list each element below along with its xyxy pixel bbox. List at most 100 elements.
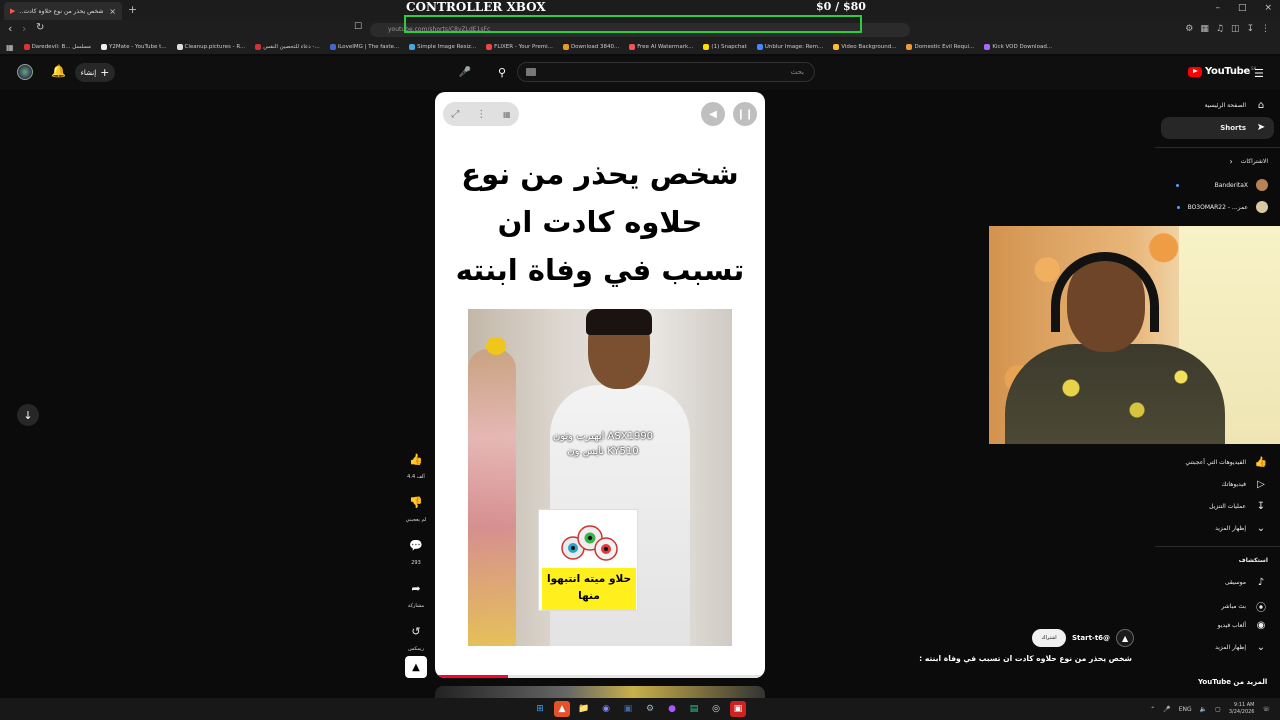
brave-browser-icon[interactable]: ▲	[554, 701, 570, 717]
forward-icon[interactable]: ›	[22, 22, 26, 35]
sidebar-item-home[interactable]: الصفحة الرئيسية ⌂	[1205, 100, 1268, 111]
create-button[interactable]: إنشاء +	[75, 63, 115, 82]
bookmark-item[interactable]: Y2Mate - YouTube t...	[101, 44, 167, 50]
sidebar-item-subscriptions[interactable]: › الاشتراكات	[1230, 157, 1268, 166]
fullscreen-icon[interactable]: ⤢	[451, 109, 459, 120]
bookmark-item[interactable]: Video Background...	[833, 44, 896, 50]
maximize-icon[interactable]: □	[1238, 3, 1247, 13]
extension-icon[interactable]: ▦	[1200, 24, 1209, 34]
menu-icon[interactable]: ⋮	[1261, 24, 1270, 34]
hamburger-menu-icon[interactable]: ☰	[1254, 67, 1264, 80]
sidebar-item-liked[interactable]: الفيديوهات التي أعجبتني 👍	[1185, 457, 1268, 468]
app-icon[interactable]: ▣	[620, 701, 636, 717]
bookmark-item[interactable]: Simple Image Resiz...	[409, 44, 476, 50]
clock[interactable]: 9:11 AM 3/24/2026	[1229, 702, 1255, 716]
new-tab-icon[interactable]: +	[128, 3, 137, 16]
search-input[interactable]: بحث	[517, 62, 815, 82]
bookmark-item[interactable]: Free AI Watermark...	[629, 44, 693, 50]
bookmark-favicon-icon	[486, 44, 493, 50]
channel-handle[interactable]: @Start-t6	[1072, 634, 1110, 642]
sidebar-item-downloads[interactable]: عمليات التنزيل ↧	[1209, 501, 1268, 512]
keyboard-icon[interactable]	[526, 68, 536, 76]
mic-icon[interactable]: 🎤	[1163, 706, 1170, 713]
bookmark-item[interactable]: (1) Snapchat	[703, 44, 747, 50]
more-options-icon[interactable]: ⋮	[476, 109, 486, 120]
comment-icon[interactable]: 💬	[403, 532, 429, 558]
network-icon[interactable]: ▢	[1215, 706, 1221, 713]
reload-icon[interactable]: ↻	[36, 22, 44, 33]
remix-action[interactable]: ↺ ريمكس	[400, 618, 432, 653]
system-tray: ⌃ 🎤 ENG 🔈 ▢ 9:11 AM 3/24/2026 ☏	[1150, 702, 1270, 716]
sidebar-item-subscription[interactable]: BanderitaX	[1175, 179, 1268, 191]
video-progress-bar[interactable]	[435, 675, 765, 678]
bookmark-item[interactable]: Domestic Evil Requi...	[906, 44, 974, 50]
back-icon[interactable]: ‹	[8, 22, 12, 35]
account-avatar[interactable]	[17, 64, 33, 80]
bookmark-item[interactable]: Daredevil: B... مسلسل	[23, 44, 91, 50]
sidebar-item-music[interactable]: موسيقى ♪	[1225, 577, 1268, 588]
minimize-icon[interactable]: –	[1215, 3, 1220, 13]
chevron-down-icon: ⌄	[1256, 642, 1266, 653]
windows-start-icon[interactable]: ⊞	[532, 701, 548, 717]
bookmark-item[interactable]: Cleanup.pictures - R...	[176, 44, 245, 50]
search-icon: ⚲	[497, 65, 507, 79]
sidebar-item-show-more[interactable]: إظهار المزيد ⌄	[1215, 642, 1268, 653]
sidebar-item-your-videos[interactable]: فيديوهاتك ▷	[1222, 479, 1268, 490]
file-explorer-icon[interactable]: 📁	[576, 701, 592, 717]
sidebar-item-show-more[interactable]: إظهار المزيد ⌄	[1215, 523, 1268, 534]
sidebar-toggle-icon[interactable]: ◫	[1231, 24, 1240, 34]
bookmark-item[interactable]: Download 3840...	[562, 44, 619, 50]
youtube-logo[interactable]: YouTube SA	[1188, 66, 1256, 77]
discord-icon[interactable]: ◉	[598, 701, 614, 717]
sidebar-item-label: BanderitaX	[1214, 181, 1248, 189]
extension-icon[interactable]: ♫	[1216, 24, 1224, 34]
thumbs-down-icon[interactable]: 👎	[403, 489, 429, 515]
chevron-up-icon[interactable]: ⌃	[1150, 706, 1155, 713]
sidebar-item-subscription[interactable]: BO3OMAR22 - ...عمر	[1176, 201, 1268, 213]
subscribe-button[interactable]: اشتراك	[1032, 629, 1066, 647]
bookmark-item[interactable]: iLoveIMG | The faste...	[329, 44, 399, 50]
app-icon[interactable]: ▣	[730, 701, 746, 717]
thumbs-up-icon[interactable]: 👍	[403, 446, 429, 472]
dislike-action[interactable]: 👎 لم يعجبني	[400, 489, 432, 524]
browser-tab-active[interactable]: ▶ شخص يحذر من نوع حلاوه كادت... ×	[4, 2, 122, 20]
bookmark-item[interactable]: دعاء للتحصين النفس -...	[255, 44, 320, 50]
sidebar-item-shorts[interactable]: Shorts ➤	[1220, 122, 1268, 133]
channel-avatar	[1256, 179, 1268, 191]
download-icon[interactable]: ↧	[1246, 24, 1254, 34]
remix-icon[interactable]: ↺	[403, 618, 429, 644]
volume-icon[interactable]: ◀	[701, 102, 725, 126]
pause-icon[interactable]: ❙❙	[733, 102, 757, 126]
bookmark-item[interactable]: FLIXER - Your Premi...	[486, 44, 553, 50]
sidebar-item-label: بث مباشر	[1221, 603, 1246, 610]
close-window-icon[interactable]: ×	[1264, 3, 1272, 13]
comments-action[interactable]: 💬 293	[400, 532, 432, 567]
like-action[interactable]: 👍 4.4 ألف	[400, 446, 432, 481]
sidebar-item-live[interactable]: بث مباشر ⦿	[1221, 599, 1268, 614]
notifications-icon[interactable]: ☏	[1262, 706, 1270, 713]
next-short-down-arrow-icon[interactable]: ↓	[17, 404, 39, 426]
notifications-bell-icon[interactable]: 🔔	[51, 64, 66, 78]
language-indicator[interactable]: ENG	[1179, 706, 1192, 713]
app-icon[interactable]: ▤	[686, 701, 702, 717]
channel-avatar[interactable]: ▲	[1116, 629, 1135, 647]
sidebar-item-gaming[interactable]: ألعاب فيديو ◉	[1218, 620, 1268, 631]
voice-search-mic-icon[interactable]: 🎤	[456, 63, 474, 81]
speaker-icon[interactable]: ▶	[10, 7, 15, 15]
bookmark-icon[interactable]: ☐	[354, 22, 362, 32]
shorts-player[interactable]: ⤢ ⋮ ▦ ◀ ❙❙ شخص يحذر من نوع حلاوه كادت ان…	[435, 92, 765, 678]
volume-icon[interactable]: 🔈	[1200, 706, 1207, 713]
extension-icon[interactable]: ⚙	[1185, 24, 1193, 34]
apps-grid-icon[interactable]: ▦	[6, 43, 14, 52]
steam-icon[interactable]: ⚙	[642, 701, 658, 717]
obs-icon[interactable]: ◎	[708, 701, 724, 717]
close-tab-icon[interactable]: ×	[109, 7, 116, 16]
bookmark-item[interactable]: Unblur Image: Rem...	[756, 44, 823, 50]
sound-channel-thumbnail[interactable]: ▲	[405, 656, 427, 678]
share-icon[interactable]: ➦	[403, 575, 429, 601]
share-action[interactable]: ➦ مشاركة	[400, 575, 432, 610]
search-button[interactable]: ⚲	[490, 62, 514, 82]
captions-icon[interactable]: ▦	[503, 110, 511, 119]
bookmark-item[interactable]: Kick VOD Download...	[984, 44, 1052, 50]
app-icon[interactable]: ●	[664, 701, 680, 717]
